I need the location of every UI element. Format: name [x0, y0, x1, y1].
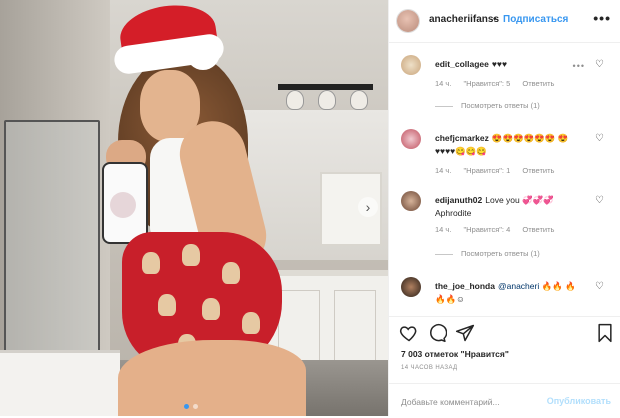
- commenter-avatar[interactable]: [401, 191, 421, 211]
- instagram-post-window: › anacheriifanss • Подписаться ••• edit_…: [0, 0, 620, 416]
- comment-like-heart-icon[interactable]: ♡: [595, 60, 605, 70]
- comment-like-count[interactable]: "Нравится": 5: [464, 79, 511, 88]
- post-actions: 7 003 отметок "Нравится" 14 ЧАСОВ НАЗАД …: [389, 316, 620, 417]
- photo-bg-bulb: [318, 90, 336, 110]
- follow-button[interactable]: Подписаться: [503, 14, 568, 25]
- commenter-username[interactable]: edit_collagee: [435, 59, 489, 69]
- carousel-dot: [193, 404, 198, 409]
- carousel-dot: [184, 404, 189, 409]
- comment-age: 14 ч.: [435, 79, 452, 88]
- comment-meta: 14 ч. "Нравится": 1 Ответить: [435, 166, 564, 175]
- comment-mention-link[interactable]: @anacheri: [498, 281, 539, 291]
- post-photo[interactable]: ›: [0, 0, 388, 416]
- commenter-username[interactable]: the_joe_honda: [435, 281, 495, 291]
- carousel-indicator: [184, 404, 198, 409]
- commenter-avatar[interactable]: [401, 55, 421, 75]
- heart-icon[interactable]: [399, 323, 419, 343]
- commenter-username[interactable]: edijanuth02: [435, 195, 482, 205]
- bookmark-icon[interactable]: [595, 323, 615, 343]
- comment-text: edijanuth02 Love you 💞💞💞 Aphrodite: [435, 194, 585, 220]
- share-icon[interactable]: [455, 323, 475, 343]
- view-replies-button[interactable]: Посмотреть ответы (1): [435, 249, 540, 258]
- comment-like-heart-icon[interactable]: ♡: [595, 282, 605, 292]
- photo-person-legs: [118, 340, 306, 416]
- photo-shorts-print: [222, 262, 240, 284]
- comment-meta: 14 ч. "Нравится": 4 Ответить: [435, 225, 564, 234]
- photo-phone-grip: [110, 192, 136, 218]
- comment-reply-button[interactable]: Ответить: [522, 166, 554, 175]
- comment-text: the_joe_honda @anacheri 🔥🔥 🔥🔥🔥☺: [435, 280, 585, 306]
- comment-body: ♥♥♥: [491, 59, 507, 69]
- more-options-icon[interactable]: •••: [593, 10, 611, 26]
- comment-age: 14 ч.: [435, 166, 452, 175]
- photo-shorts-print: [242, 312, 260, 334]
- comment-like-count[interactable]: "Нравится": 4: [464, 225, 511, 234]
- likes-count[interactable]: 7 003 отметок "Нравится": [401, 349, 509, 359]
- author-username[interactable]: anacheriifanss: [429, 14, 499, 25]
- photo-santa-hat-pompom: [186, 36, 220, 70]
- comment-input[interactable]: [399, 393, 553, 411]
- photo-shorts-print: [142, 252, 160, 274]
- header-separator: •: [493, 14, 497, 25]
- comment-like-heart-icon[interactable]: ♡: [595, 134, 605, 144]
- comments-list: edit_collagee ♥♥♥ ••• ♡ 14 ч. "Нравится":…: [389, 43, 620, 315]
- comment-text: edit_collagee ♥♥♥: [435, 58, 585, 71]
- commenter-avatar[interactable]: [401, 277, 421, 297]
- photo-shorts-print: [182, 244, 200, 266]
- comment-reply-button[interactable]: Ответить: [522, 79, 554, 88]
- post-side-panel: anacheriifanss • Подписаться ••• edit_co…: [388, 0, 620, 416]
- comment-like-count[interactable]: "Нравится": 1: [464, 166, 511, 175]
- comment-meta: 14 ч. "Нравится": 5 Ответить: [435, 79, 564, 88]
- comment-text: chefjcmarkez 😍😍😍😍😍😍 😍♥♥♥♥😋😋😋: [435, 132, 585, 158]
- post-header: anacheriifanss • Подписаться •••: [389, 0, 620, 43]
- commenter-avatar[interactable]: [401, 129, 421, 149]
- post-timestamp: 14 ЧАСОВ НАЗАД: [401, 365, 458, 371]
- commenter-username[interactable]: chefjcmarkez: [435, 133, 489, 143]
- add-comment-bar: Опубликовать: [389, 383, 620, 418]
- photo-bg-bulb: [350, 90, 368, 110]
- comment-icon[interactable]: [427, 323, 447, 343]
- photo-shorts-print: [202, 298, 220, 320]
- comment-reply-button[interactable]: Ответить: [522, 225, 554, 234]
- comment-like-heart-icon[interactable]: ♡: [595, 196, 605, 206]
- comment-options-icon[interactable]: •••: [573, 61, 585, 71]
- comment-age: 14 ч.: [435, 225, 452, 234]
- photo-shorts-print: [158, 294, 176, 316]
- view-replies-button[interactable]: Посмотреть ответы (1): [435, 101, 540, 110]
- carousel-next-button[interactable]: ›: [358, 197, 378, 217]
- publish-button[interactable]: Опубликовать: [547, 396, 611, 406]
- photo-bg-bulb: [286, 90, 304, 110]
- photo-bg-shower: [4, 120, 100, 354]
- photo-bg-tub: [0, 350, 120, 416]
- author-avatar[interactable]: [397, 10, 419, 32]
